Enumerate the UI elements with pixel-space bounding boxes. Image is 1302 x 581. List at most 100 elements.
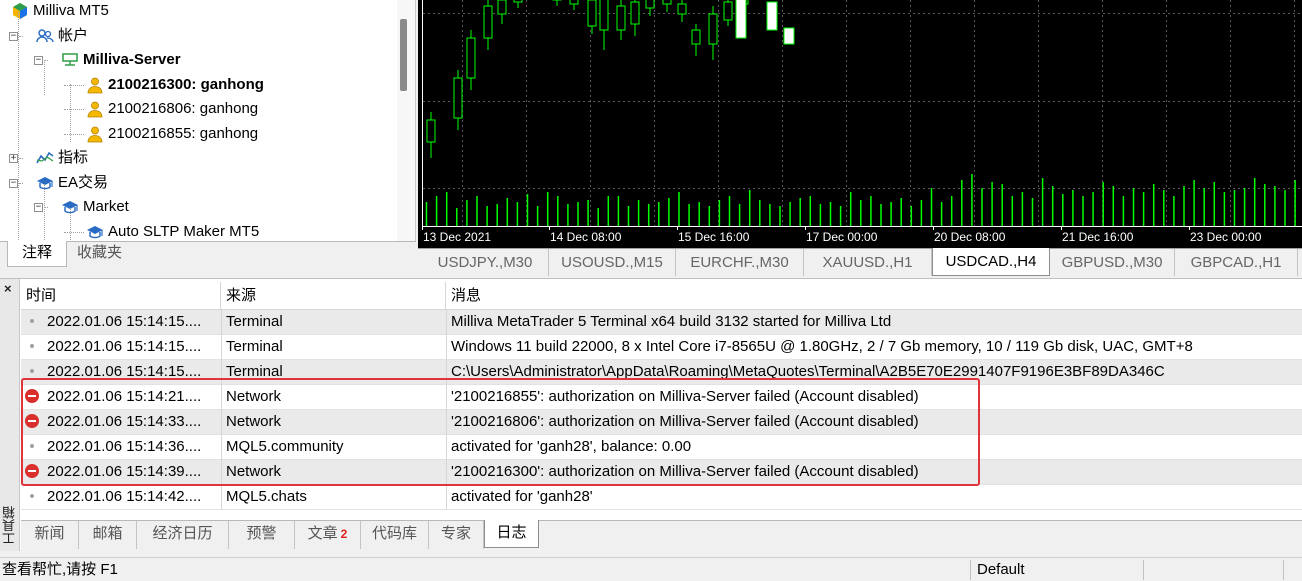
- log-row[interactable]: 2022.01.06 15:14:15.... Terminal Milliva M…: [21, 310, 1302, 335]
- candle-body: [616, 5, 626, 31]
- column-header-message[interactable]: 消息: [446, 282, 1302, 310]
- unread-badge: 2: [340, 527, 348, 541]
- toolbox-tab[interactable]: 邮箱: [79, 521, 137, 549]
- log-message: Windows 11 build 22000, 8 x Intel Core i…: [446, 335, 1302, 360]
- log-time-cell: 2022.01.06 15:14:15....: [25, 360, 221, 385]
- candle-body: [645, 0, 655, 9]
- collapse-icon[interactable]: −: [9, 178, 18, 188]
- log-time: 2022.01.06 15:14:36....: [47, 438, 202, 455]
- info-dot-icon: [25, 314, 39, 328]
- close-icon[interactable]: ×: [4, 282, 12, 295]
- expand-icon[interactable]: +: [9, 154, 18, 163]
- navigator-tab[interactable]: 收藏夹: [63, 241, 136, 267]
- candle-body: [783, 27, 795, 45]
- chart-tab[interactable]: USDJPY.,M30: [422, 249, 549, 276]
- navigator-tree-item[interactable]: 2100216806: ganhong: [86, 97, 258, 121]
- log-row[interactable]: 2022.01.06 15:14:33.... Network '210021680…: [21, 410, 1302, 435]
- navigator-tree-item-label: Auto SLTP Maker MT5: [108, 222, 260, 240]
- toolbox-tab[interactable]: 新闻: [21, 521, 79, 549]
- candle-body: [497, 0, 507, 15]
- time-axis-label: 17 Dec 00:00: [806, 230, 878, 244]
- column-header-source[interactable]: 来源: [221, 282, 446, 310]
- navigator-tree-item[interactable]: 2100216300: ganhong: [86, 73, 264, 97]
- toolbox-tab[interactable]: 专家: [429, 521, 484, 549]
- time-axis-label: 13 Dec 2021: [423, 230, 491, 244]
- price-chart[interactable]: 13 Dec 2021 14 Dec 08:00 15 Dec 16:00 17 De…: [418, 0, 1302, 248]
- error-icon: [25, 414, 39, 428]
- chart-canvas[interactable]: 13 Dec 2021 14 Dec 08:00 15 Dec 16:00 17 De…: [418, 0, 1302, 248]
- toolbox-tab-label: 文章: [307, 525, 338, 542]
- candle-body: [677, 3, 687, 15]
- log-message: activated for 'ganh28', balance: 0.00: [446, 435, 1302, 460]
- navigator-scrollbar[interactable]: [397, 0, 415, 241]
- navigator-tree-item-label: 2100216855: ganhong: [108, 124, 259, 142]
- log-time-cell: 2022.01.06 15:14:21....: [25, 385, 221, 410]
- navigator-scrollbar-thumb[interactable]: [400, 19, 407, 91]
- log-source: Terminal: [221, 360, 447, 385]
- navigator-tree-item[interactable]: EA交易: [36, 171, 108, 195]
- tree-connector: [44, 184, 45, 240]
- navigator-tree-item[interactable]: Milliva MT5: [11, 0, 109, 23]
- navigator-tab[interactable]: 注释: [7, 241, 68, 267]
- log-row[interactable]: 2022.01.06 15:14:42.... MQL5.chats activat…: [21, 485, 1302, 510]
- toolbox-tab[interactable]: 代码库: [361, 521, 429, 549]
- log-source: Terminal: [221, 310, 447, 335]
- chart-tab[interactable]: GBPCAD.,H1: [1175, 249, 1298, 276]
- navigator-panel: Milliva MT5 帐户 − Milliva-Server − 2100216300:…: [0, 0, 416, 270]
- chart-tab[interactable]: USOUSD.,M15: [549, 249, 676, 276]
- info-dot-icon: [25, 489, 39, 503]
- log-source: Network: [221, 460, 447, 485]
- collapse-icon[interactable]: −: [34, 56, 43, 65]
- candle-body: [569, 0, 579, 5]
- candle-body: [630, 1, 640, 25]
- info-dot-icon: [25, 364, 39, 378]
- log-time-cell: 2022.01.06 15:14:15....: [25, 310, 221, 335]
- candle-body: [453, 77, 463, 119]
- tree-connector: [70, 84, 71, 142]
- toolbox-tab[interactable]: 经济日历: [137, 521, 229, 549]
- log-row[interactable]: 2022.01.06 15:14:39.... Network '210021630…: [21, 460, 1302, 485]
- status-bar: 查看帮忙,请按 F1 Default: [0, 557, 1302, 581]
- log-message: C:\Users\Administrator\AppData\Roaming\M…: [446, 360, 1302, 385]
- chart-tab[interactable]: GBPUSD.,M30: [1050, 249, 1175, 276]
- candle-body: [723, 1, 733, 21]
- candle-body: [691, 29, 701, 45]
- navigator-tree-item[interactable]: 指标: [36, 146, 88, 170]
- toolbox-tab[interactable]: 日志: [484, 520, 539, 548]
- chart-tab[interactable]: XAUUSD.,H1: [804, 249, 932, 276]
- log-table: 2022.01.06 15:14:15.... Terminal Milliva M…: [21, 310, 1302, 510]
- navigator-tree-item[interactable]: Market: [61, 195, 129, 219]
- log-row[interactable]: 2022.01.06 15:14:21.... Network '210021685…: [21, 385, 1302, 410]
- navigator-tree-item[interactable]: Auto SLTP Maker MT5: [86, 220, 259, 242]
- expert-icon: [86, 223, 104, 241]
- log-time: 2022.01.06 15:14:42....: [47, 488, 202, 505]
- tree-connector: [64, 109, 84, 110]
- status-separator: [970, 560, 971, 580]
- navigator-tree-item-label: 2100216300: ganhong: [108, 75, 264, 93]
- collapse-icon[interactable]: −: [9, 31, 18, 41]
- column-header-time[interactable]: 时间: [21, 282, 221, 310]
- toolbox-tab[interactable]: 文章 2: [295, 521, 361, 549]
- chart-tab[interactable]: USDCAD.,H4: [932, 248, 1050, 276]
- log-row[interactable]: 2022.01.06 15:14:36.... MQL5.community act…: [21, 435, 1302, 460]
- toolbox-tab[interactable]: 预警: [229, 521, 295, 549]
- log-source: MQL5.chats: [221, 485, 447, 510]
- status-separator: [1283, 560, 1284, 580]
- navigator-tree-item[interactable]: Milliva-Server: [61, 48, 181, 72]
- tree-connector: [64, 133, 84, 135]
- tree-connector: [19, 182, 23, 184]
- navigator-tree-item-label: 指标: [58, 149, 89, 166]
- log-source: MQL5.community: [221, 435, 447, 460]
- log-row[interactable]: 2022.01.06 15:14:15.... Terminal Windows 1…: [21, 335, 1302, 360]
- chart-tab[interactable]: EURCHF.,M30: [676, 249, 804, 276]
- user-icon: [86, 76, 104, 94]
- collapse-icon[interactable]: −: [34, 203, 43, 212]
- log-time: 2022.01.06 15:14:15....: [47, 338, 202, 355]
- toolbox-tab-label: 经济日历: [152, 525, 213, 542]
- navigator-tree-item[interactable]: 2100216855: ganhong: [86, 122, 258, 146]
- navigator-tree-item[interactable]: 帐户: [36, 24, 88, 48]
- log-row[interactable]: 2022.01.06 15:14:15.... Terminal C:\Users\…: [21, 360, 1302, 385]
- info-dot-icon: [25, 339, 39, 353]
- chart-tabs: USDJPY.,M30 USOUSD.,M15 EURCHF.,M30 XAUUSD.…: [418, 248, 1302, 276]
- log-time-cell: 2022.01.06 15:14:39....: [25, 460, 221, 485]
